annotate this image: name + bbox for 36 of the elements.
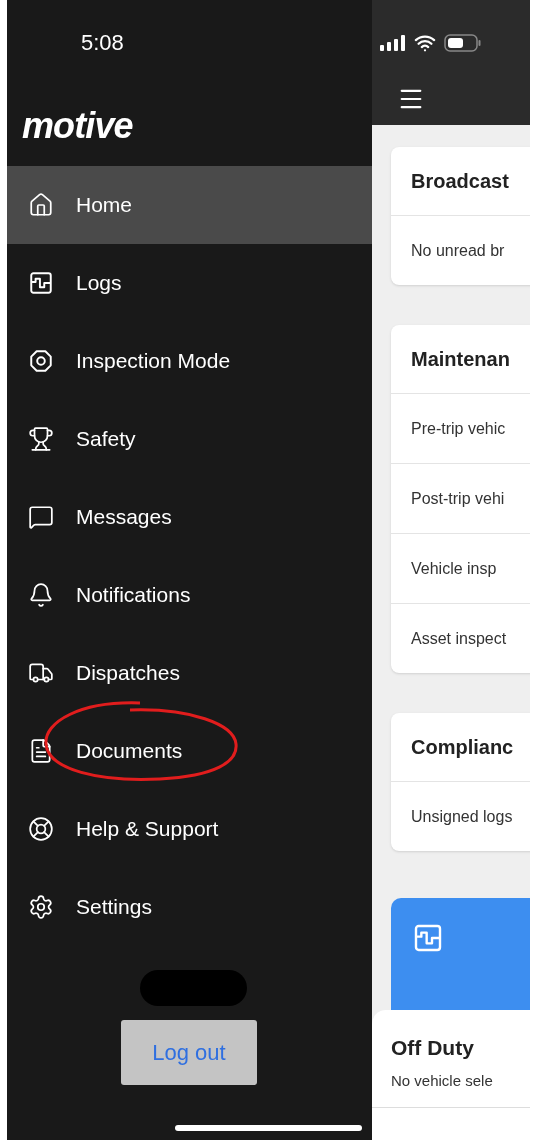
message-icon	[28, 504, 54, 530]
document-icon	[28, 738, 54, 764]
card-row[interactable]: Post-trip vehi	[391, 463, 530, 533]
menu-item[interactable]: Safety	[7, 400, 372, 478]
badge-icon	[28, 348, 54, 374]
menu-item[interactable]: Help & Support	[7, 790, 372, 868]
menu-item[interactable]: Documents	[7, 712, 372, 790]
truck-icon	[28, 660, 54, 686]
card-title: Maintenan	[411, 347, 510, 372]
logs-icon	[28, 270, 54, 296]
card-title: Complianc	[411, 735, 514, 760]
menu-item[interactable]: Notifications	[7, 556, 372, 634]
card-title: Broadcast	[411, 169, 509, 194]
menu-item[interactable]: Dispatches	[7, 634, 372, 712]
signal-icon	[380, 34, 406, 51]
card-row[interactable]: Unsigned logs	[391, 781, 530, 851]
lifebuoy-icon	[28, 816, 54, 842]
card-row[interactable]: Pre-trip vehic	[391, 393, 530, 463]
vehicle-status: No vehicle sele	[391, 1070, 494, 1091]
trophy-icon	[28, 426, 54, 452]
menu-item[interactable]: Inspection Mode	[7, 322, 372, 400]
menu-item[interactable]: Messages	[7, 478, 372, 556]
card-row[interactable]: Vehicle insp	[391, 533, 530, 603]
status-time: 5:08	[81, 29, 124, 57]
menu-item[interactable]: Home	[7, 166, 372, 244]
settings-icon	[28, 894, 54, 920]
menu-item[interactable]: Settings	[7, 868, 372, 946]
app-logo: motive	[22, 107, 133, 144]
card-row[interactable]: No unread br	[391, 215, 530, 285]
logs-icon	[412, 922, 444, 954]
duty-status: Off Duty	[391, 1035, 475, 1061]
home-icon	[28, 192, 54, 218]
menu-item[interactable]: Logs	[7, 244, 372, 322]
battery-icon	[444, 33, 481, 52]
bell-icon	[28, 582, 54, 608]
card-row[interactable]: Asset inspect	[391, 603, 530, 673]
